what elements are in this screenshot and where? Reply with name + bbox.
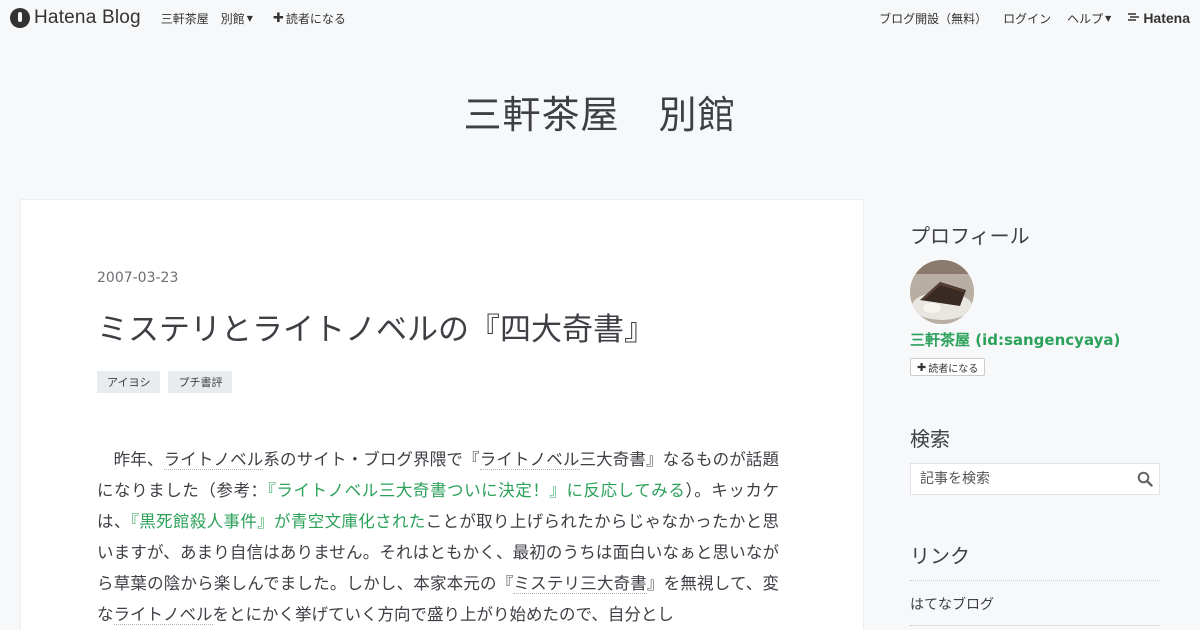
reference-link[interactable]: 『ライトノベル三大奇書ついに決定！』に反応してみる <box>268 481 686 500</box>
start-blog-link[interactable]: ブログ開設（無料） <box>879 10 987 27</box>
caret-down-icon: ▼ <box>1105 13 1112 23</box>
search-form <box>910 463 1160 495</box>
search-input[interactable] <box>911 464 1131 494</box>
category-tag[interactable]: プチ書評 <box>168 371 233 393</box>
divider <box>910 625 1160 626</box>
help-menu[interactable]: ヘルプ ▼ <box>1067 10 1111 27</box>
link-item-hatena-blog[interactable]: はてなブログ <box>910 594 994 614</box>
body-text: をとにかく挙げていく方向で盛り上がり始めたので、自分とし <box>212 605 674 624</box>
keyword-link[interactable]: ミステリ三大奇書 <box>513 574 647 594</box>
global-header-right: ブログ開設（無料） ログイン ヘルプ ▼ Hatena <box>863 10 1190 27</box>
hatena-blog-logo-icon <box>10 8 30 28</box>
blog-menu[interactable]: 三軒茶屋 別館 ▼ <box>161 10 253 27</box>
global-header-left: Hatena Blog 三軒茶屋 別館 ▼ ✚ 読者になる <box>10 7 346 29</box>
global-header: Hatena Blog 三軒茶屋 別館 ▼ ✚ 読者になる ブログ開設（無料） … <box>0 0 1200 36</box>
aozora-link[interactable]: 『黒死館殺人事件』が青空文庫化された <box>131 512 426 531</box>
keyword-link[interactable]: ライトノベル <box>163 450 264 470</box>
subscribe-button-label: 読者になる <box>928 363 979 375</box>
links-heading: リンク <box>910 544 970 568</box>
entry-date[interactable]: 2007-03-23 <box>97 270 178 286</box>
entry-title[interactable]: ミステリとライトノベルの『四大奇書』 <box>97 304 655 349</box>
hatena-blog-logo[interactable]: Hatena Blog <box>10 7 141 29</box>
search-icon[interactable] <box>1131 464 1159 494</box>
avatar[interactable] <box>910 260 974 324</box>
plus-icon: ✚ <box>272 10 284 26</box>
subscribe-label: 読者になる <box>285 11 346 26</box>
profile-name-link[interactable]: 三軒茶屋 (id:sangencyaya) <box>910 329 1120 350</box>
hatena-logo[interactable]: Hatena <box>1127 10 1190 26</box>
blog-title[interactable]: 三軒茶屋 別館 <box>0 84 1200 139</box>
divider <box>910 580 1160 581</box>
login-link[interactable]: ログイン <box>1003 10 1051 27</box>
body-text: 系のサイト・ブログ界隈で『 <box>263 450 480 469</box>
keyword-link[interactable]: ライトノベル <box>479 450 580 470</box>
subscribe-button[interactable]: ✚ 読者になる <box>910 358 986 376</box>
subscribe-link[interactable]: ✚ 読者になる <box>273 10 346 27</box>
hatena-blog-logo-text: Hatena Blog <box>34 7 141 28</box>
plus-icon: ✚ <box>917 360 927 374</box>
keyword-link[interactable]: ライトノベル <box>113 605 213 625</box>
hatena-logo-text: Hatena <box>1143 10 1190 26</box>
blog-menu-label: 三軒茶屋 別館 <box>160 11 245 26</box>
caret-down-icon: ▼ <box>246 13 253 23</box>
body-text: 昨年、 <box>97 450 164 469</box>
entry-article: 2007-03-23 ミステリとライトノベルの『四大奇書』 アイヨシ プチ書評 … <box>20 199 864 630</box>
entry-categories: アイヨシ プチ書評 <box>97 371 240 393</box>
category-tag[interactable]: アイヨシ <box>97 371 161 393</box>
search-heading: 検索 <box>910 427 950 451</box>
profile-heading: プロフィール <box>910 224 1030 248</box>
hatena-logo-icon <box>1127 12 1141 25</box>
entry-body: 昨年、ライトノベル系のサイト・ブログ界隈で『ライトノベル三大奇書』なるものが話題… <box>97 444 779 630</box>
help-label: ヘルプ <box>1067 11 1104 26</box>
